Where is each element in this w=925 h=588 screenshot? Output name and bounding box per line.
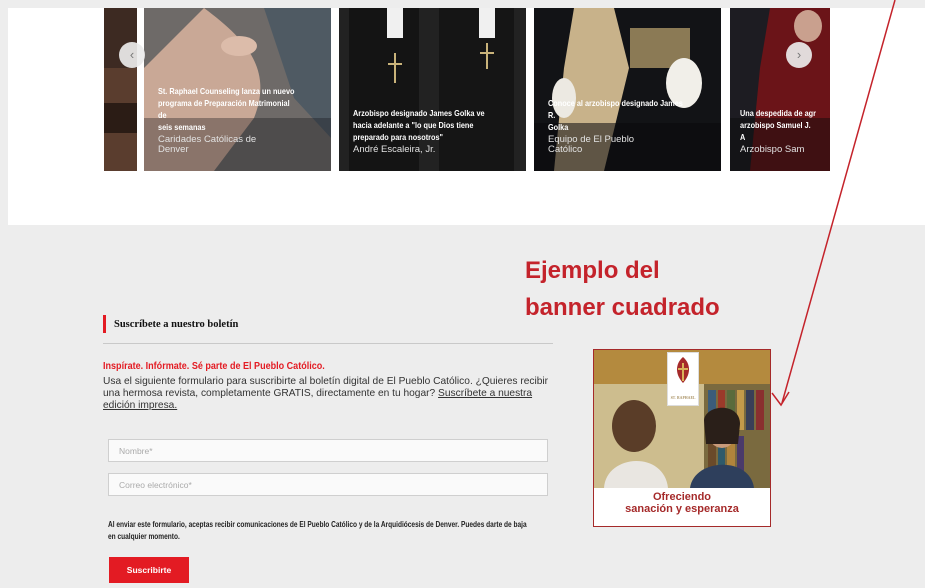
article-card-partial-right[interactable]: Una despedida de agr arzobispo Samuel J.…: [730, 8, 830, 171]
annotation-line-1: Ejemplo del: [525, 257, 660, 284]
newsletter-tagline: Inspírate. Infórmate. Sé parte de El Pue…: [103, 360, 325, 372]
article-card-partial-left[interactable]: [104, 8, 137, 171]
article-card-text: Arzobispo designado James Golka ve hacia…: [353, 107, 518, 155]
newsletter-heading-text: Suscríbete a nuestro boletín: [114, 318, 239, 330]
newsletter-description: Usa el siguiente formulario para suscrib…: [103, 376, 551, 413]
related-articles-carousel: St. Raphael Counseling lanza un nuevo pr…: [8, 8, 925, 225]
article-card-text: Conoce al arzobispo designado James R. G…: [548, 97, 713, 155]
divider: [103, 343, 553, 344]
st-raphael-logo: ST. RAPHAEL: [667, 352, 699, 406]
article-author: Arzobispo Sam: [740, 144, 805, 155]
carousel-next-button[interactable]: ›: [786, 42, 812, 68]
article-card[interactable]: St. Raphael Counseling lanza un nuevo pr…: [144, 8, 331, 171]
article-card-text: Una despedida de agr arzobispo Samuel J.…: [740, 107, 830, 155]
annotation-line-2: banner cuadrado: [525, 294, 720, 321]
article-title[interactable]: Una despedida de agr arzobispo Samuel J.…: [740, 107, 817, 143]
newsletter-signup: Suscríbete a nuestro boletín Inspírate. …: [103, 314, 553, 583]
article-card[interactable]: Conoce al arzobispo designado James R. G…: [534, 8, 721, 171]
square-banner-ad[interactable]: ST. RAPHAEL Ofreciendo sanación y espera…: [593, 349, 771, 527]
ad-caption-line-2: sanación y esperanza: [625, 503, 739, 515]
heading-accent-bar: [103, 315, 106, 333]
article-title[interactable]: Conoce al arzobispo designado James R. G…: [548, 97, 690, 133]
logo-text: ST. RAPHAEL: [670, 395, 696, 400]
article-card-text: St. Raphael Counseling lanza un nuevo pr…: [158, 85, 323, 155]
subscribe-button[interactable]: Suscribirte: [109, 557, 189, 583]
article-photo: [104, 8, 137, 171]
article-author: Equipo de El Pueblo Católico: [548, 134, 635, 155]
st-raphael-logo-icon: [676, 357, 690, 383]
ad-caption: Ofreciendo sanación y esperanza: [594, 491, 770, 515]
newsletter-heading: Suscríbete a nuestro boletín: [103, 314, 553, 334]
article-author: André Escaleira, Jr.: [353, 144, 436, 155]
article-title[interactable]: Arzobispo designado James Golka ve hacia…: [353, 107, 495, 143]
consent-text: Al enviar este formulario, aceptas recib…: [108, 520, 527, 541]
banner-annotation: Ejemplo del banner cuadrado: [525, 252, 815, 326]
article-title[interactable]: St. Raphael Counseling lanza un nuevo pr…: [158, 85, 300, 133]
name-input[interactable]: [108, 439, 548, 462]
article-author: Caridades Católicas de Denver: [158, 134, 257, 155]
email-input[interactable]: [108, 473, 548, 496]
article-card[interactable]: Arzobispo designado James Golka ve hacia…: [339, 8, 526, 171]
ad-caption-line-1: Ofreciendo: [652, 491, 712, 503]
carousel-prev-button[interactable]: ‹: [119, 42, 145, 68]
